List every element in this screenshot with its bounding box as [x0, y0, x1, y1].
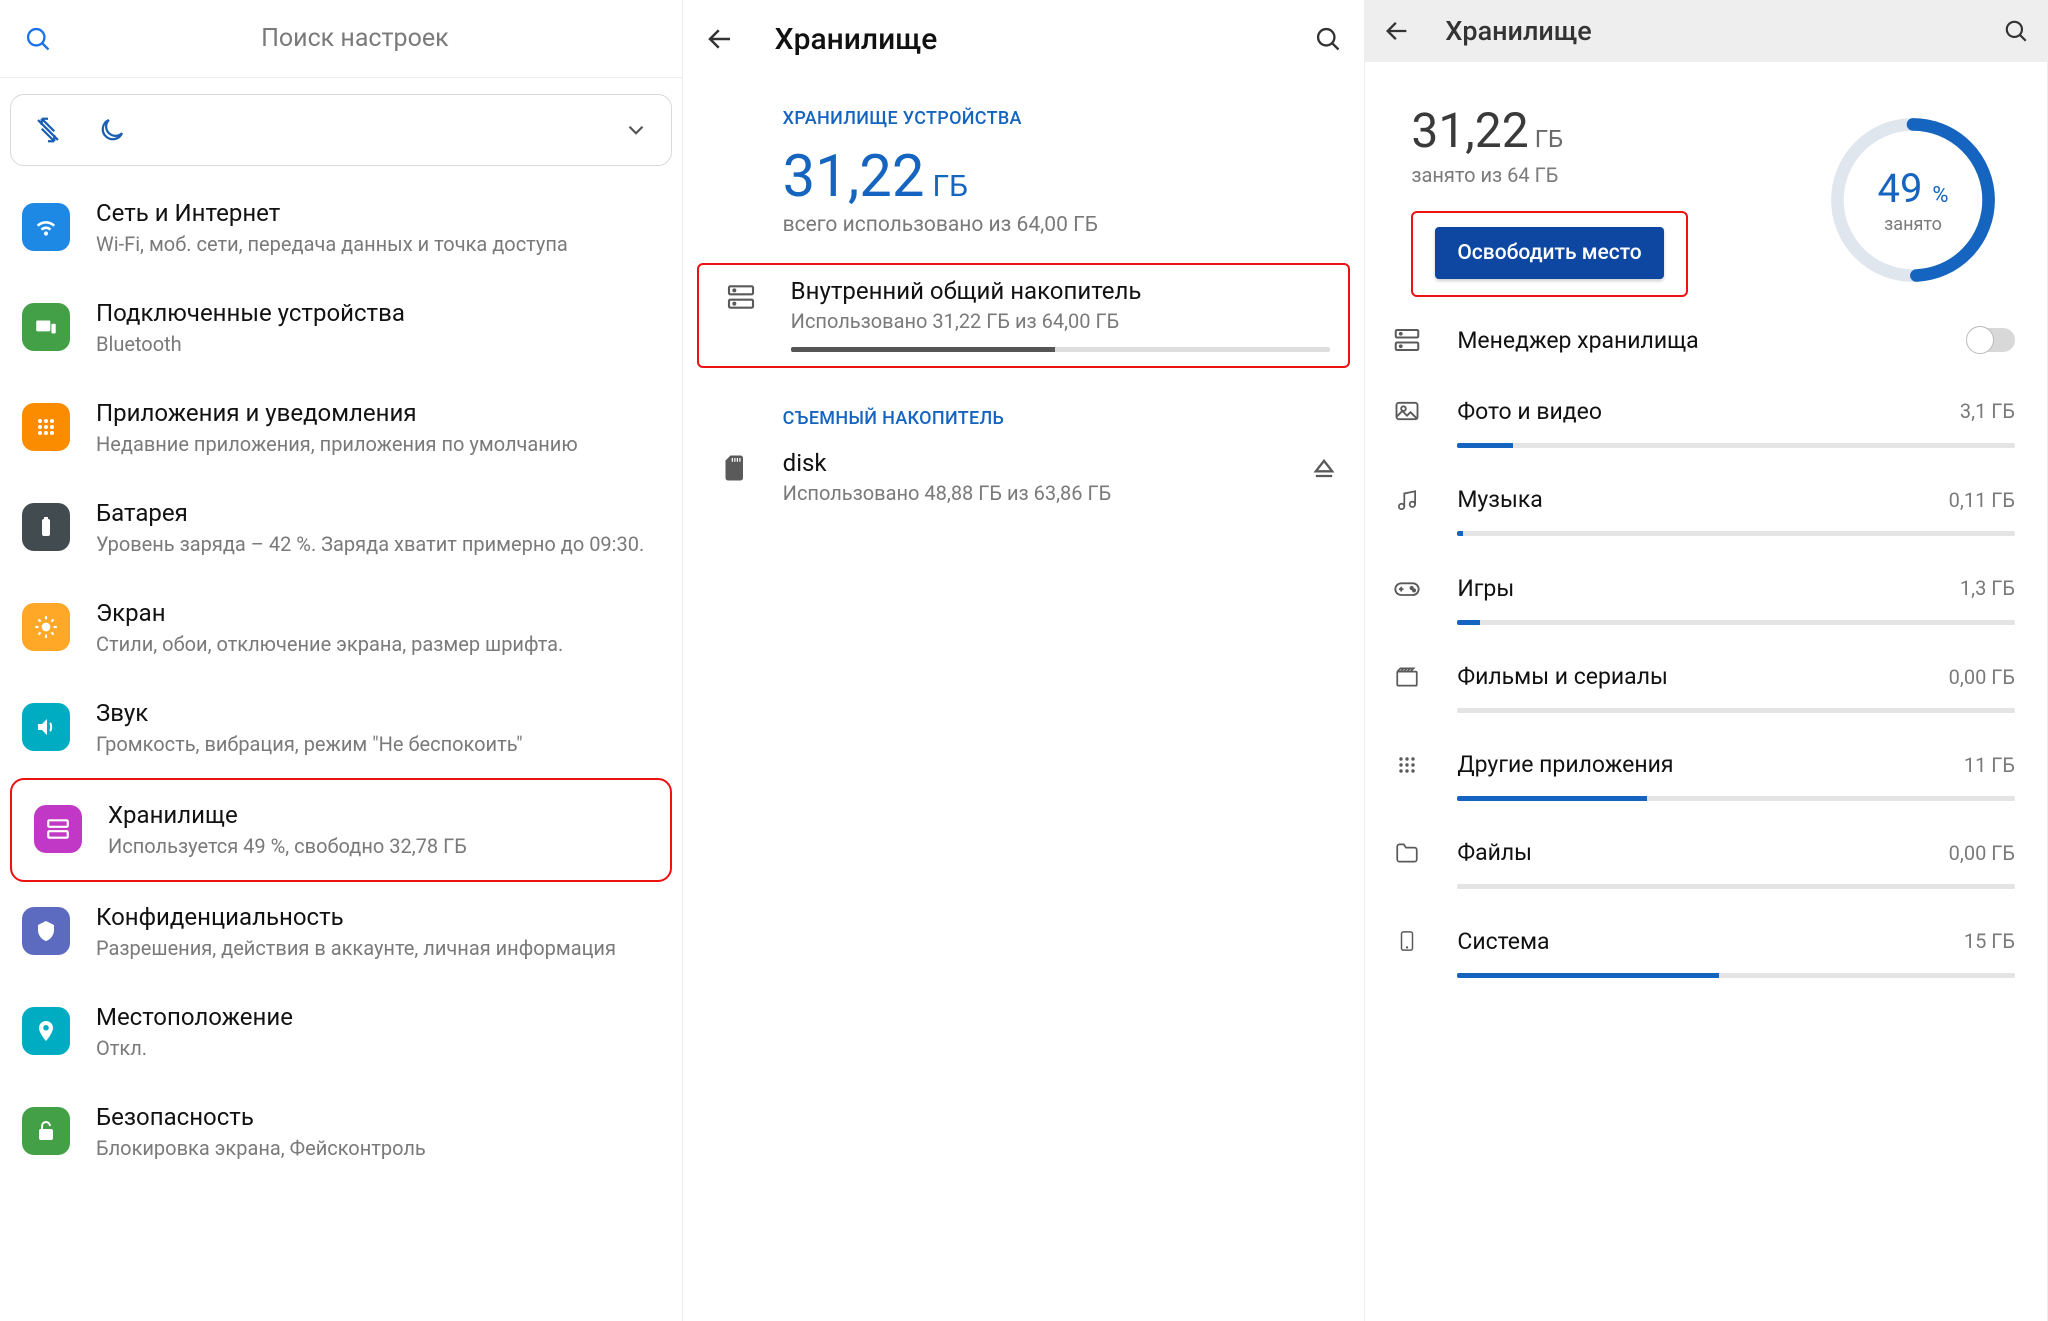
- back-icon[interactable]: [705, 24, 735, 54]
- settings-item-storage[interactable]: ХранилищеИспользуется 49 %, свободно 32,…: [12, 780, 670, 880]
- category-bar: [1457, 796, 2015, 801]
- category-bar: [1457, 620, 2015, 625]
- sd-card-icon: [709, 449, 757, 483]
- devices-icon: [22, 303, 70, 351]
- games-icon: [1383, 574, 1431, 602]
- apps-icon: [22, 403, 70, 451]
- system-icon: [1383, 927, 1431, 955]
- apps2-icon: [1383, 753, 1431, 777]
- settings-list: Сеть и ИнтернетWi-Fi, моб. сети, передач…: [0, 178, 682, 1182]
- settings-panel: Поиск настроек Сеть и ИнтернетWi-Fi, моб…: [0, 0, 683, 1321]
- brightness-icon: [22, 603, 70, 651]
- battery-icon: [22, 503, 70, 551]
- section-device-storage: ХРАНИЛИЩЕ УСТРОЙСТВА: [683, 78, 1365, 137]
- location-icon: [22, 1007, 70, 1055]
- music-icon: [1383, 487, 1431, 513]
- settings-item-location[interactable]: МестоположениеОткл.: [0, 982, 682, 1082]
- category-bar: [1457, 884, 2015, 889]
- moon-icon: [97, 115, 127, 145]
- wifi-icon: [22, 203, 70, 251]
- category-bar: [1457, 708, 2015, 713]
- search-bar[interactable]: Поиск настроек: [0, 0, 682, 78]
- total-used-sub: всего использовано из 64,00 ГБ: [683, 211, 1365, 263]
- usage-ring: 49 % занято: [1823, 110, 2003, 290]
- storage-overview-panel: Хранилище ХРАНИЛИЩЕ УСТРОЙСТВА 31,22ГБ в…: [683, 0, 1366, 1321]
- storage-icon: [1383, 325, 1431, 355]
- storage-detail-panel: Хранилище 31,22ГБ занято из 64 ГБ Освобо…: [1365, 0, 2048, 1321]
- settings-item-privacy[interactable]: КонфиденциальностьРазрешения, действия в…: [0, 882, 682, 982]
- storage-icon: [717, 277, 765, 313]
- movies-icon: [1383, 664, 1431, 690]
- storage-manager-toggle[interactable]: [1967, 328, 2015, 352]
- category-bar: [1457, 443, 2015, 448]
- category-bar: [1457, 973, 2015, 978]
- settings-item-brightness[interactable]: ЭкранСтили, обои, отключение экрана, раз…: [0, 578, 682, 678]
- internal-storage-row[interactable]: Внутренний общий накопитель Использовано…: [711, 277, 1337, 352]
- internal-sub: Использовано 31,22 ГБ из 64,00 ГБ: [791, 309, 1331, 333]
- search-icon[interactable]: [2003, 18, 2029, 44]
- total-used: 31,22ГБ: [683, 137, 1365, 211]
- category-list: Фото и видео 3,1 ГБ Музыка 0,11 ГБ Игры …: [1365, 379, 2047, 978]
- page-title: Хранилище: [1445, 15, 1591, 47]
- free-space-highlight: Освободить место: [1411, 211, 1687, 297]
- category-movies[interactable]: Фильмы и сериалы 0,00 ГБ: [1365, 645, 2047, 696]
- category-apps2[interactable]: Другие приложения 11 ГБ: [1365, 733, 2047, 784]
- header: Хранилище: [683, 0, 1365, 78]
- disk-title: disk: [783, 449, 1311, 477]
- search-icon: [24, 25, 52, 53]
- category-music[interactable]: Музыка 0,11 ГБ: [1365, 468, 2047, 519]
- folder-icon: [1383, 840, 1431, 866]
- search-placeholder: Поиск настроек: [52, 24, 658, 53]
- data-saver-icon: [33, 115, 63, 145]
- settings-item-sound[interactable]: ЗвукГромкость, вибрация, режим "Не беспо…: [0, 678, 682, 778]
- free-space-button[interactable]: Освободить место: [1435, 227, 1663, 279]
- settings-item-battery[interactable]: БатареяУровень заряда – 42 %. Заряда хва…: [0, 478, 682, 578]
- removable-disk-row[interactable]: disk Использовано 48,88 ГБ из 63,86 ГБ: [683, 437, 1365, 517]
- settings-item-apps[interactable]: Приложения и уведомленияНедавние приложе…: [0, 378, 682, 478]
- search-icon[interactable]: [1314, 25, 1342, 53]
- sound-icon: [22, 703, 70, 751]
- page-title: Хранилище: [775, 22, 938, 57]
- eject-icon[interactable]: [1310, 449, 1338, 483]
- lock-icon: [22, 1107, 70, 1155]
- section-removable: СЪЕМНЫЙ НАКОПИТЕЛЬ: [683, 368, 1365, 437]
- category-bar: [1457, 531, 2015, 536]
- settings-item-wifi[interactable]: Сеть и ИнтернетWi-Fi, моб. сети, передач…: [0, 178, 682, 278]
- photo-icon: [1383, 397, 1431, 425]
- privacy-icon: [22, 907, 70, 955]
- category-photo[interactable]: Фото и видео 3,1 ГБ: [1365, 379, 2047, 431]
- chevron-down-icon[interactable]: [623, 117, 649, 143]
- storage-manager-row[interactable]: Менеджер хранилища: [1365, 307, 2047, 361]
- disk-sub: Использовано 48,88 ГБ из 63,86 ГБ: [783, 481, 1311, 505]
- back-icon[interactable]: [1383, 17, 1411, 45]
- category-folder[interactable]: Файлы 0,00 ГБ: [1365, 821, 2047, 872]
- storage-icon: [34, 805, 82, 853]
- category-games[interactable]: Игры 1,3 ГБ: [1365, 556, 2047, 608]
- settings-item-devices[interactable]: Подключенные устройстваBluetooth: [0, 278, 682, 378]
- quick-settings-bar[interactable]: [10, 94, 672, 166]
- storage-summary: 31,22ГБ занято из 64 ГБ Освободить место…: [1365, 62, 2047, 307]
- internal-storage-highlight: Внутренний общий накопитель Использовано…: [697, 263, 1351, 368]
- header: Хранилище: [1365, 0, 2047, 62]
- internal-title: Внутренний общий накопитель: [791, 277, 1331, 305]
- internal-bar: [791, 347, 1331, 352]
- settings-item-lock[interactable]: БезопасностьБлокировка экрана, Фейсконтр…: [0, 1082, 682, 1182]
- category-system[interactable]: Система 15 ГБ: [1365, 909, 2047, 961]
